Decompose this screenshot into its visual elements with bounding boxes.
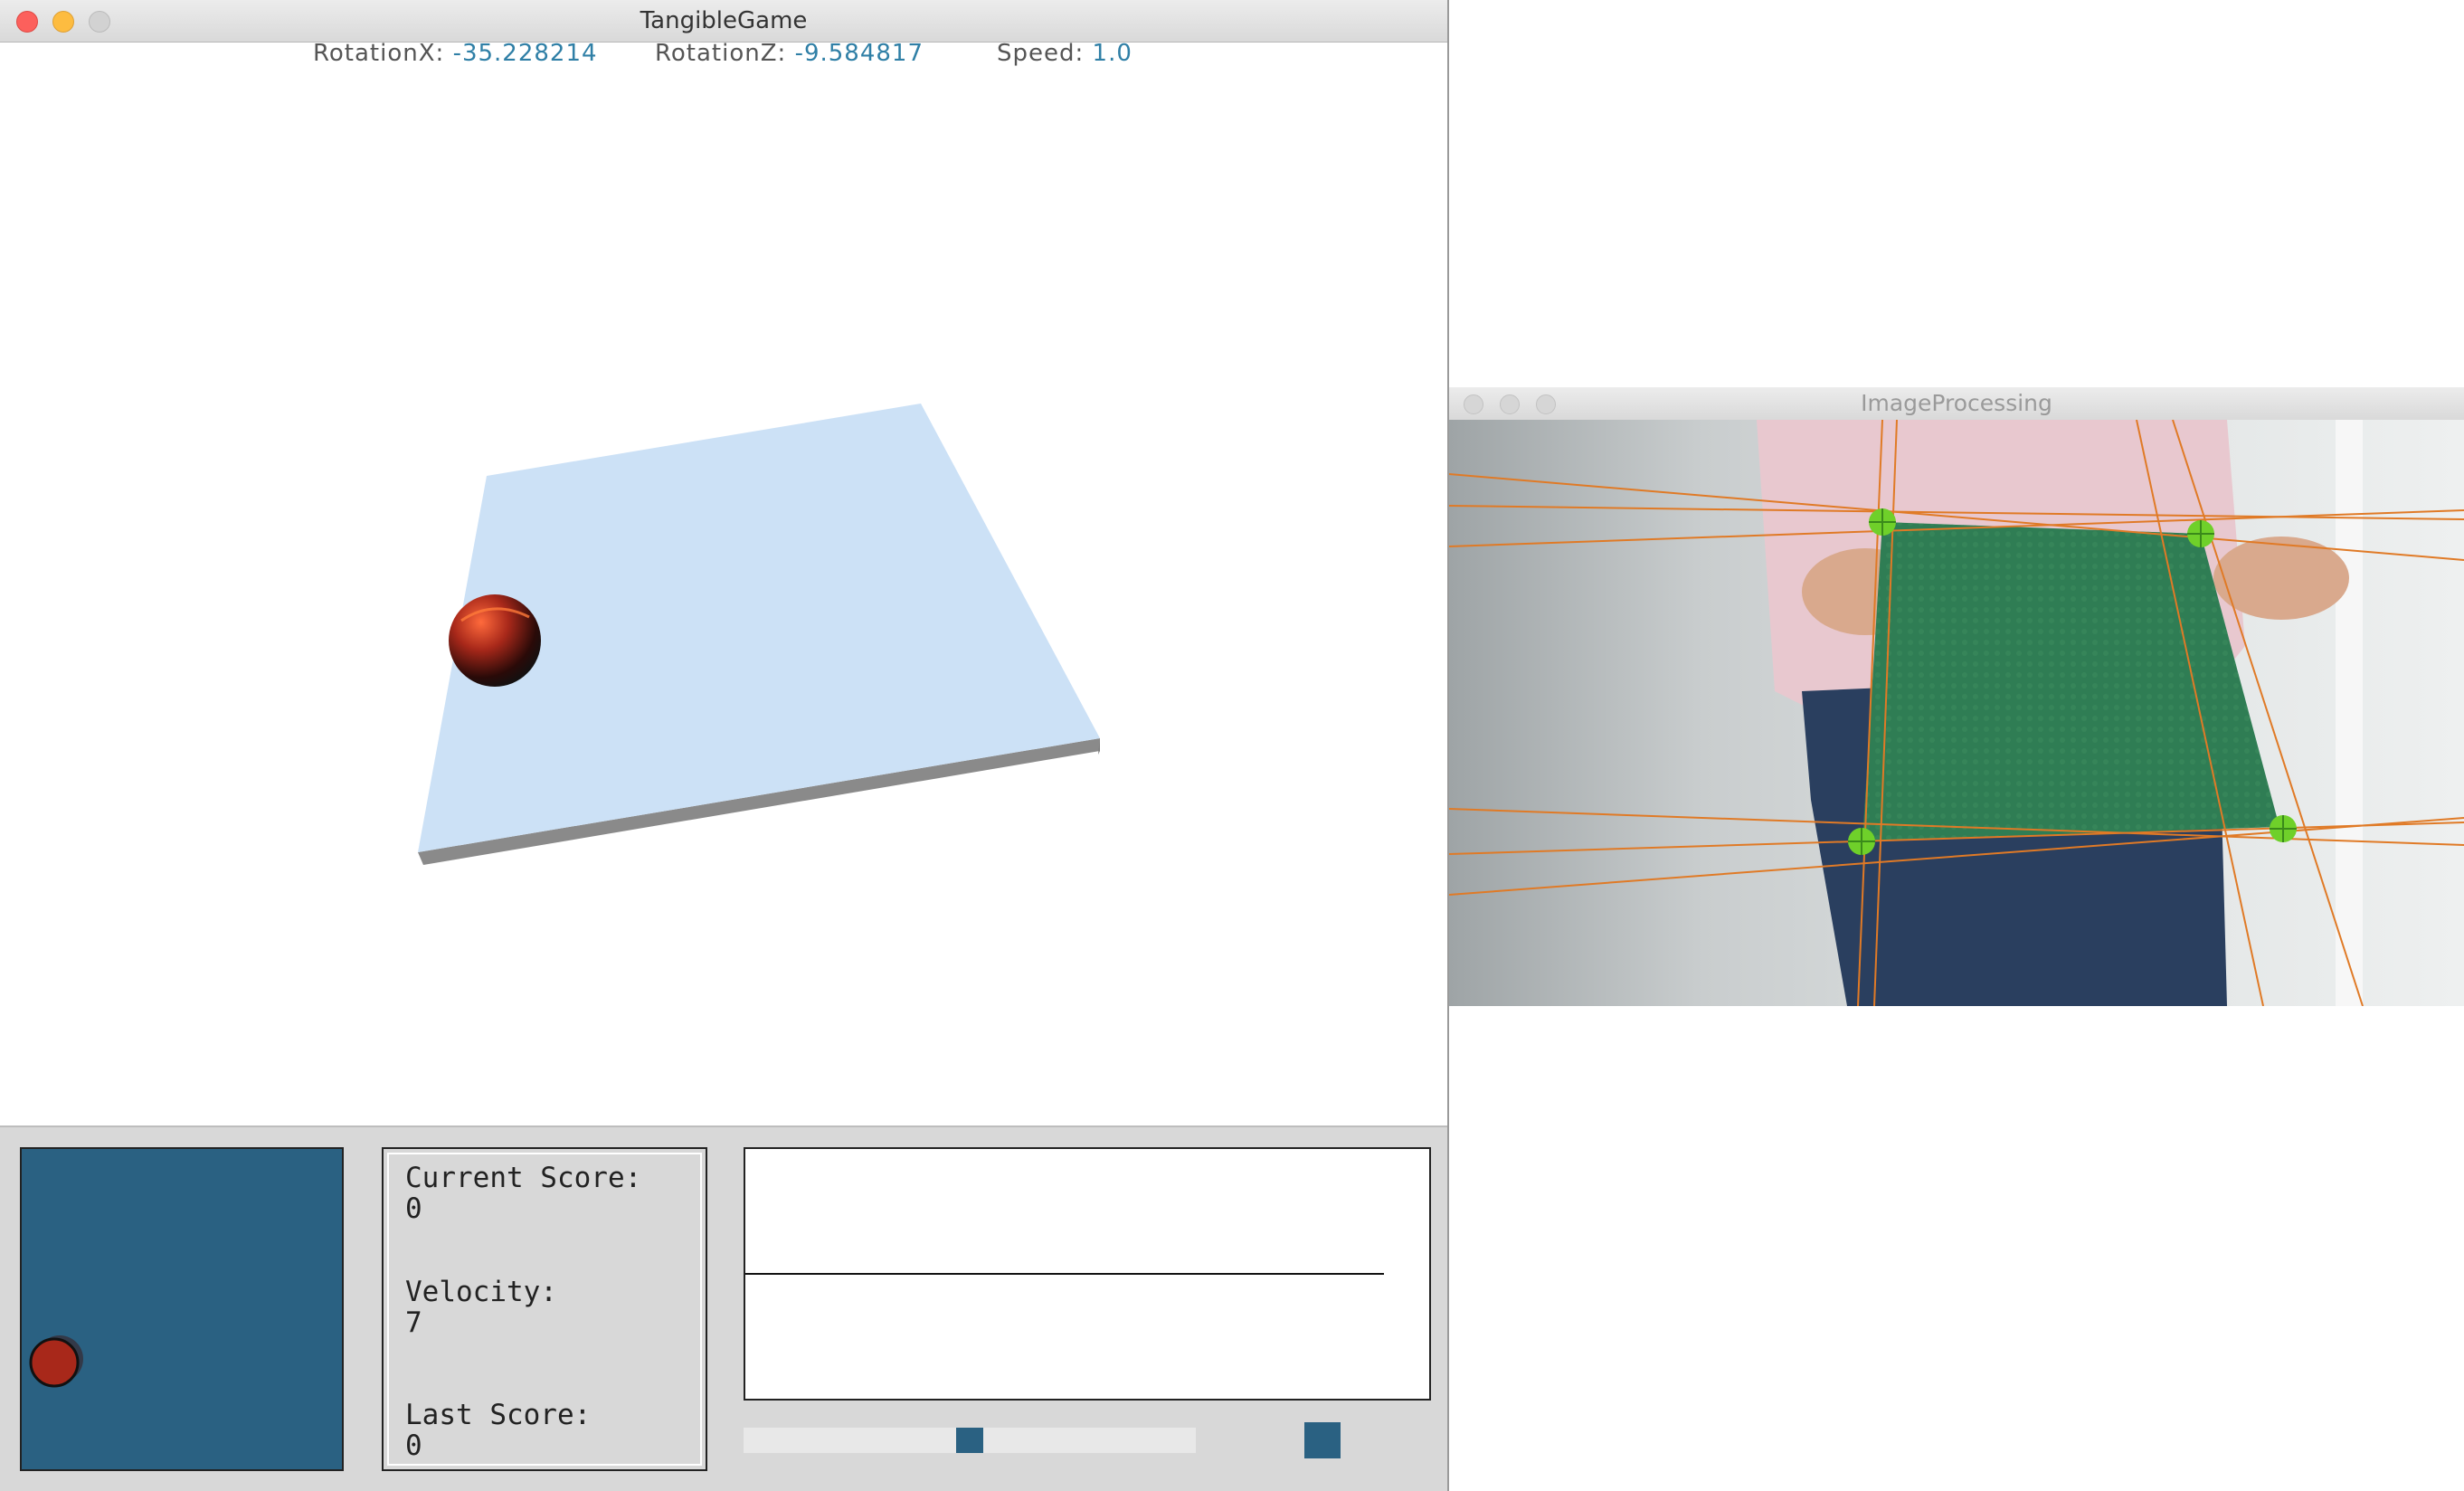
score-chart [744, 1147, 1431, 1401]
close-window-button[interactable] [1464, 394, 1483, 414]
velocity-value: 7 [405, 1306, 422, 1339]
chart-scrollbar-thumb[interactable] [956, 1428, 983, 1453]
game-3d-view[interactable] [0, 42, 1449, 1125]
game-title-bar[interactable]: TangibleGame [0, 0, 1447, 43]
top-view-drawing [29, 1335, 83, 1388]
score-box: Current Score: 0 Velocity: 7 Last Score:… [382, 1147, 707, 1471]
chart-scrollbar[interactable] [744, 1428, 1196, 1453]
zoom-window-button[interactable] [1536, 394, 1556, 414]
top-view-minimap [20, 1147, 344, 1471]
corner-marker-bottom-right [2270, 815, 2297, 842]
window-title: TangibleGame [640, 7, 808, 34]
current-score-value: 0 [405, 1192, 422, 1225]
velocity-label: Velocity: [405, 1276, 557, 1308]
corner-marker-top-right [2187, 520, 2214, 547]
window-title: ImageProcessing [1861, 390, 2052, 416]
minimize-window-button[interactable] [52, 11, 74, 33]
score-chart-canvas [745, 1273, 1384, 1275]
image-processing-title-bar[interactable]: ImageProcessing [1449, 387, 2464, 421]
corner-marker-bottom-left [1848, 828, 1875, 855]
chart-scroll-button[interactable] [1304, 1422, 1341, 1458]
current-score-label: Current Score: [405, 1162, 642, 1194]
last-score-label: Last Score: [405, 1399, 592, 1431]
tangible-game-window: TangibleGame RotationX: -35.228214 Rotat… [0, 0, 1449, 1491]
top-view-ball [29, 1337, 80, 1388]
corner-marker-top-left [1869, 508, 1896, 536]
minimize-window-button[interactable] [1500, 394, 1520, 414]
door-frame [2336, 420, 2363, 1006]
image-processing-window: ImageProcessing [1449, 387, 2464, 1491]
last-score-value: 0 [405, 1429, 422, 1462]
game-data-panel: Current Score: 0 Velocity: 7 Last Score:… [0, 1125, 1447, 1491]
zoom-window-button[interactable] [89, 11, 110, 33]
score-box-inner: Current Score: 0 Velocity: 7 Last Score:… [387, 1153, 702, 1466]
camera-feed [1449, 420, 2464, 1006]
close-window-button[interactable] [16, 11, 38, 33]
